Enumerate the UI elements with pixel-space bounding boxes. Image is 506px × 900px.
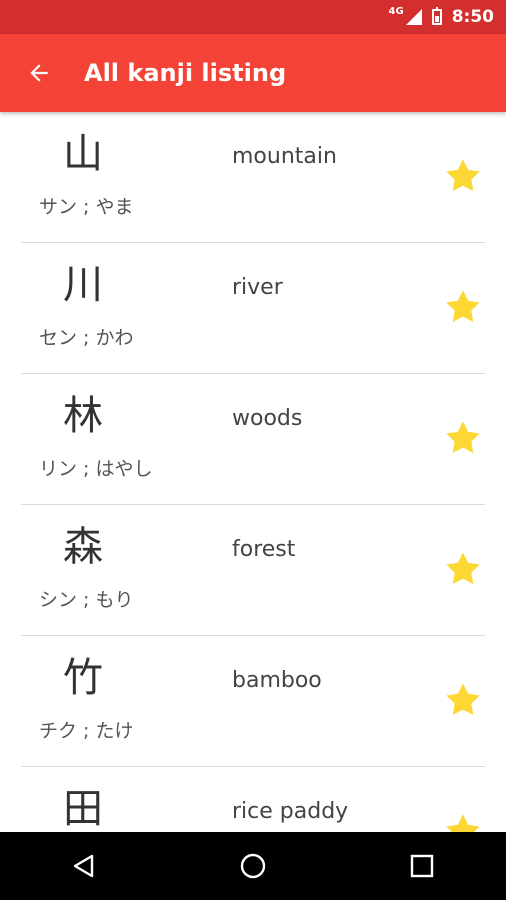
app-bar: All kanji listing [0,34,506,112]
triangle-back-icon [74,854,94,878]
clock: 8:50 [451,7,494,27]
list-item[interactable]: 竹 チク ; たけ bamboo [21,636,485,767]
list-item[interactable]: 川 セン ; かわ river [21,243,485,374]
network-type: 4G [388,5,404,17]
kanji-reading: サン ; やま [39,196,134,218]
list-item[interactable]: 山 サン ; やま mountain [21,112,485,243]
star-icon[interactable] [443,549,483,589]
kanji-meaning: rice paddy [232,799,349,824]
star-icon[interactable] [443,680,483,720]
kanji-meaning: river [232,275,283,300]
star-icon[interactable] [443,156,483,196]
kanji-character: 竹 [63,655,103,701]
kanji-meaning: woods [232,406,303,431]
list-item[interactable]: 林 リン ; はやし woods [21,374,485,505]
kanji-list[interactable]: 山 サン ; やま mountain 川 セン ; かわ river 林 リン … [0,112,506,832]
navigation-bar [0,832,506,900]
kanji-character: 森 [63,524,103,570]
list-item[interactable]: 田 rice paddy [21,767,485,832]
kanji-meaning: bamboo [232,668,322,693]
kanji-reading: チク ; たけ [39,720,134,742]
back-button[interactable] [0,34,78,112]
nav-home-button[interactable] [223,836,283,896]
kanji-meaning: mountain [232,144,337,169]
nav-back-button[interactable] [54,836,114,896]
list-item[interactable]: 森 シン ; もり forest [21,505,485,636]
battery-icon [431,7,442,25]
star-icon[interactable] [443,287,483,327]
kanji-character: 田 [63,786,103,832]
kanji-meaning: forest [232,537,296,562]
kanji-reading: セン ; かわ [39,327,134,349]
kanji-character: 山 [63,131,103,177]
nav-recents-button[interactable] [392,836,452,896]
star-icon[interactable] [443,811,483,832]
square-recents-icon [410,854,433,878]
page-title: All kanji listing [84,59,287,87]
star-icon[interactable] [443,418,483,458]
signal-icon [405,9,422,25]
kanji-character: 林 [63,393,103,439]
kanji-character: 川 [63,262,103,308]
circle-home-icon [240,853,266,879]
status-bar: 4G 8:50 [0,0,506,34]
kanji-reading: シン ; もり [39,589,134,611]
arrow-back-icon [30,64,48,82]
kanji-reading: リン ; はやし [39,458,153,480]
